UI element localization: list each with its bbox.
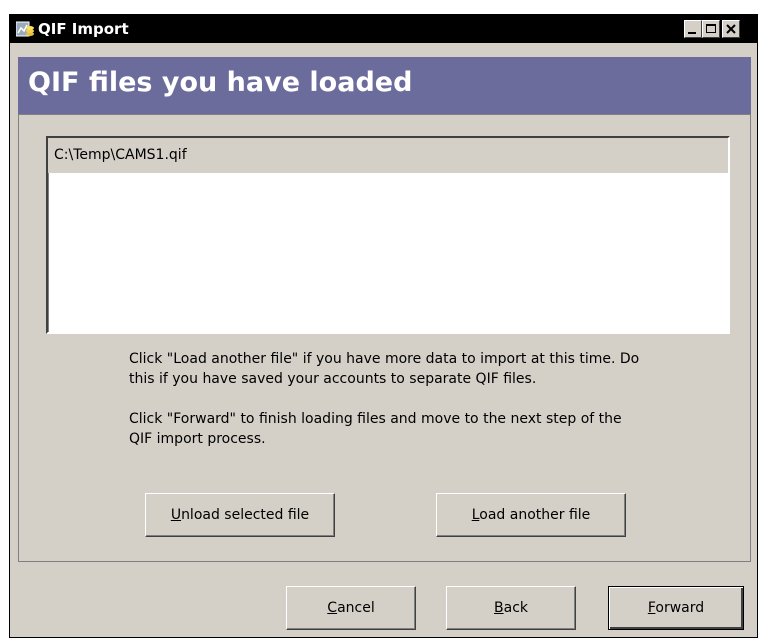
list-item-file[interactable]: C:\Temp\CAMS1.qif: [48, 138, 728, 173]
cancel-label: ancel: [337, 600, 375, 616]
instructions-paragraph-1: Click "Load another file" if you have mo…: [129, 351, 640, 387]
cancel-mnemonic: C: [327, 600, 338, 616]
unload-label: nload selected file: [181, 507, 310, 523]
instructions-paragraph-2: Click "Forward" to finish loading files …: [129, 411, 622, 447]
window-title: QIF Import: [38, 20, 129, 38]
close-icon[interactable]: [722, 20, 740, 38]
maximize-icon[interactable]: [702, 20, 720, 38]
unload-mnemonic: U: [170, 507, 182, 523]
back-mnemonic: B: [494, 600, 504, 616]
qif-app-icon: [15, 21, 34, 38]
load-another-file-button[interactable]: Load another file: [436, 493, 626, 537]
title-bar[interactable]: QIF Import: [10, 15, 757, 43]
unload-selected-file-button[interactable]: Unload selected file: [145, 493, 335, 537]
qif-import-window: QIF Import QIF files you have loaded C:\…: [9, 14, 758, 638]
page-heading-banner: QIF files you have loaded: [18, 57, 751, 114]
back-label: ack: [503, 600, 528, 616]
back-button[interactable]: Back: [446, 586, 576, 630]
load-label: oad another file: [479, 507, 591, 523]
forward-label: orward: [655, 600, 705, 616]
minimize-icon[interactable]: [684, 20, 702, 38]
cancel-button[interactable]: Cancel: [286, 586, 416, 630]
instructions-text: Click "Load another file" if you have mo…: [129, 349, 649, 469]
page-title: QIF files you have loaded: [28, 67, 413, 98]
forward-button[interactable]: Forward: [608, 586, 744, 630]
loaded-files-list[interactable]: C:\Temp\CAMS1.qif: [46, 136, 730, 334]
